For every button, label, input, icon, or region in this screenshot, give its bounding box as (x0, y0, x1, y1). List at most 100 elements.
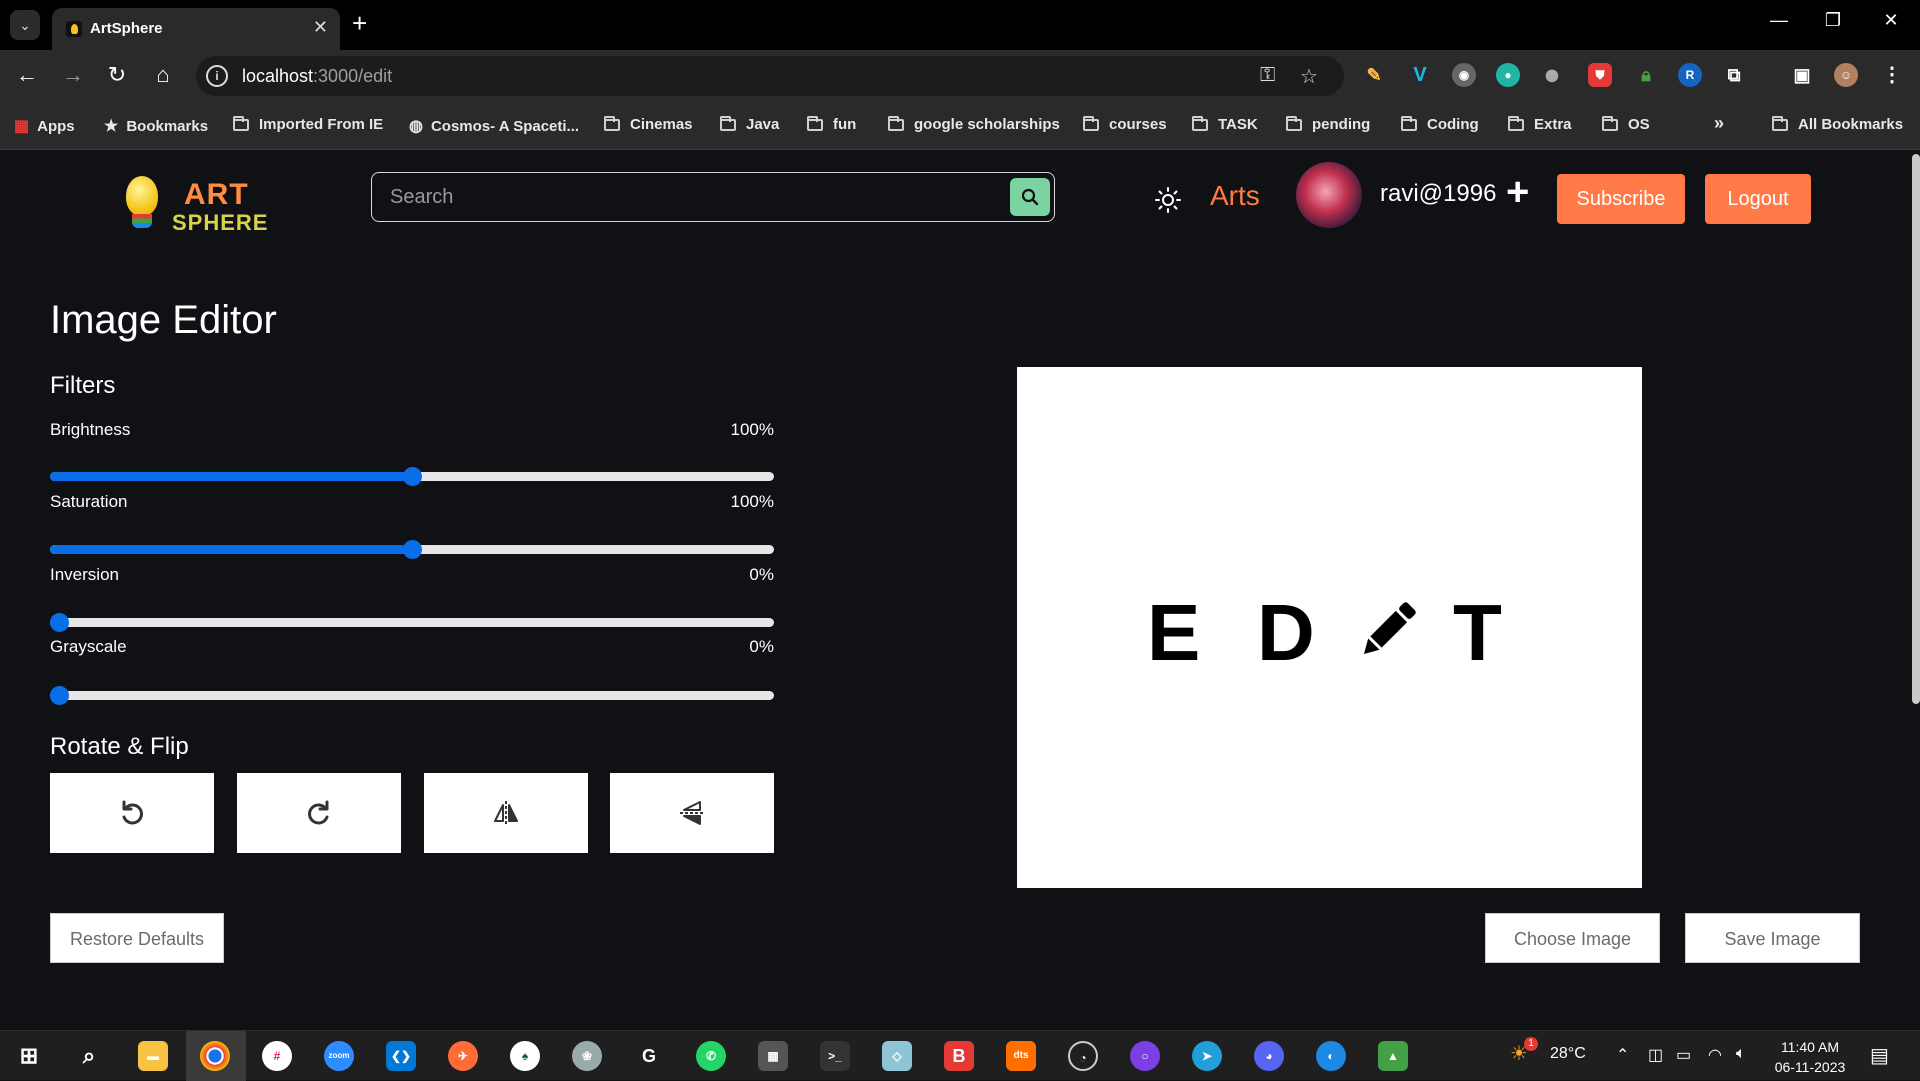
camera-icon[interactable]: ◫ (1648, 1045, 1663, 1065)
bookmark-folder[interactable]: Extra (1508, 115, 1572, 133)
postman-icon[interactable]: ✈ (448, 1041, 478, 1071)
saturation-slider[interactable] (50, 540, 774, 559)
vscode-icon[interactable]: ❮❯ (386, 1041, 416, 1071)
choose-image-button[interactable]: Choose Image (1485, 913, 1660, 963)
arts-link[interactable]: Arts (1210, 180, 1260, 212)
browser-tab[interactable]: ArtSphere ✕ (52, 8, 340, 50)
windows-start-icon[interactable]: ⊞ (14, 1041, 44, 1071)
username[interactable]: ravi@1996 (1380, 180, 1496, 208)
clock[interactable]: 11:40 AM 06-11-2023 (1760, 1037, 1860, 1077)
scrollbar-thumb[interactable] (1912, 154, 1920, 704)
discord-icon[interactable]: ◕ (1254, 1041, 1284, 1071)
artsphere-logo[interactable]: ART SPHERE (112, 158, 267, 238)
bookmark-apps[interactable]: ▦ Apps (14, 116, 75, 136)
obs-icon[interactable]: ◔ (1068, 1041, 1098, 1071)
add-post-icon[interactable]: + (1506, 172, 1529, 212)
save-image-button[interactable]: Save Image (1685, 913, 1860, 963)
slider-thumb[interactable] (403, 467, 422, 486)
file-explorer-icon[interactable]: ▬ (138, 1041, 168, 1071)
password-key-icon[interactable]: ⚿ (1260, 64, 1275, 87)
b-app-icon[interactable]: B (944, 1041, 974, 1071)
g-app-icon[interactable]: G (634, 1041, 664, 1071)
tab-search-button[interactable]: ⌄ (10, 10, 40, 40)
subscribe-button[interactable]: Subscribe (1557, 174, 1685, 224)
grayscale-slider[interactable] (50, 686, 774, 705)
rotate-left-button[interactable] (50, 773, 214, 853)
bookmark-folder[interactable]: pending (1286, 115, 1370, 133)
profile-avatar-icon[interactable]: ☺ (1834, 63, 1858, 87)
page-scrollbar[interactable] (1910, 150, 1920, 1030)
slack-icon[interactable]: # (262, 1041, 292, 1071)
tray-chevron-up-icon[interactable]: ⌃ (1616, 1045, 1629, 1065)
chat-extension-icon[interactable]: ● (1496, 63, 1520, 87)
bookmark-folder[interactable]: google scholarships (888, 115, 1060, 133)
volume-icon[interactable]: 🔈︎ (1736, 1045, 1746, 1063)
zoom-icon[interactable]: zoom (324, 1041, 354, 1071)
back-icon[interactable]: ← (12, 62, 42, 88)
android-studio-icon[interactable]: ▲ (1378, 1041, 1408, 1071)
flip-vertical-button[interactable] (610, 773, 774, 853)
bookmark-folder[interactable]: TASK (1192, 115, 1258, 133)
search-input[interactable] (390, 183, 950, 211)
close-window-icon[interactable]: ✕ (1876, 10, 1906, 31)
notifications-icon[interactable]: ▤ (1870, 1043, 1889, 1068)
bookmark-folder[interactable]: Coding (1401, 115, 1479, 133)
search-icon[interactable]: ⌕ (74, 1041, 104, 1071)
bookmark-folder[interactable]: Cinemas (604, 115, 693, 133)
chrome-icon[interactable] (200, 1041, 230, 1071)
bookmark-folder[interactable]: OS (1602, 115, 1650, 133)
bookmark-folder[interactable]: courses (1083, 115, 1167, 133)
pen-extension-icon[interactable]: ✎ (1362, 63, 1386, 87)
address-bar[interactable]: i localhost:3000/edit ⚿ ☆ (196, 56, 1344, 96)
logout-button[interactable]: Logout (1705, 174, 1811, 224)
mongodb-icon[interactable]: ♠ (510, 1041, 540, 1071)
new-tab-icon[interactable]: + (352, 8, 367, 39)
bookmark-cosmos[interactable]: ◍ Cosmos- A Spaceti... (409, 116, 579, 136)
all-bookmarks-button[interactable]: All Bookmarks (1772, 115, 1903, 133)
reader-extension-icon[interactable]: R (1678, 63, 1702, 87)
restore-window-icon[interactable]: ❐ (1818, 10, 1848, 31)
flip-horizontal-button[interactable] (424, 773, 588, 853)
face-extension-icon[interactable]: ◉ (1452, 63, 1476, 87)
paint-icon[interactable]: ❀ (572, 1041, 602, 1071)
notes-app-icon[interactable]: ◇ (882, 1041, 912, 1071)
side-panel-icon[interactable]: ▣ (1790, 63, 1814, 87)
rotate-right-button[interactable] (237, 773, 401, 853)
minimize-icon[interactable]: — (1764, 10, 1794, 31)
firefox-icon[interactable]: ◐ (1316, 1041, 1346, 1071)
extensions-puzzle-icon[interactable]: ⧉ (1722, 63, 1746, 87)
restore-defaults-button[interactable]: Restore Defaults (50, 913, 224, 963)
bookmark-folder[interactable]: Imported From IE (233, 115, 383, 133)
slider-thumb[interactable] (50, 613, 69, 632)
forward-icon[interactable]: → (58, 62, 88, 88)
site-info-icon[interactable]: i (206, 65, 228, 87)
inversion-slider[interactable] (50, 613, 774, 632)
theme-toggle-sun-icon[interactable] (1154, 186, 1182, 214)
home-icon[interactable]: ⌂ (148, 62, 178, 88)
gray-extension-icon[interactable]: ⬤ (1540, 63, 1564, 87)
bookmark-bookmarks[interactable]: ★ Bookmarks (104, 116, 208, 136)
wifi-icon[interactable]: ◠ (1708, 1045, 1722, 1065)
slider-thumb[interactable] (50, 686, 69, 705)
brightness-slider[interactable] (50, 467, 774, 486)
weather-temp[interactable]: 28°C (1550, 1045, 1586, 1063)
lock-extension-icon[interactable]: 🔒︎ (1634, 63, 1658, 87)
bookmark-star-icon[interactable]: ☆ (1300, 64, 1318, 89)
bookmark-folder[interactable]: Java (720, 115, 779, 133)
bookmark-folder[interactable]: fun (807, 115, 856, 133)
calculator-icon[interactable]: ▦ (758, 1041, 788, 1071)
slider-thumb[interactable] (403, 540, 422, 559)
vimeo-extension-icon[interactable]: V (1408, 63, 1432, 87)
close-tab-icon[interactable]: ✕ (313, 17, 328, 38)
terminal-icon[interactable]: >_ (820, 1041, 850, 1071)
search-button[interactable] (1010, 178, 1050, 216)
user-avatar[interactable] (1296, 162, 1362, 228)
url-text[interactable]: localhost:3000/edit (242, 66, 392, 87)
bookmarks-overflow-icon[interactable]: » (1714, 113, 1724, 134)
battery-icon[interactable]: ▭ (1676, 1045, 1691, 1065)
purple-app-icon[interactable]: ○ (1130, 1041, 1160, 1071)
reload-icon[interactable]: ↻ (102, 62, 132, 88)
menu-kebab-icon[interactable]: ⋮ (1880, 63, 1904, 87)
shield-extension-icon[interactable]: ⛊ (1588, 63, 1612, 87)
whatsapp-icon[interactable]: ✆ (696, 1041, 726, 1071)
